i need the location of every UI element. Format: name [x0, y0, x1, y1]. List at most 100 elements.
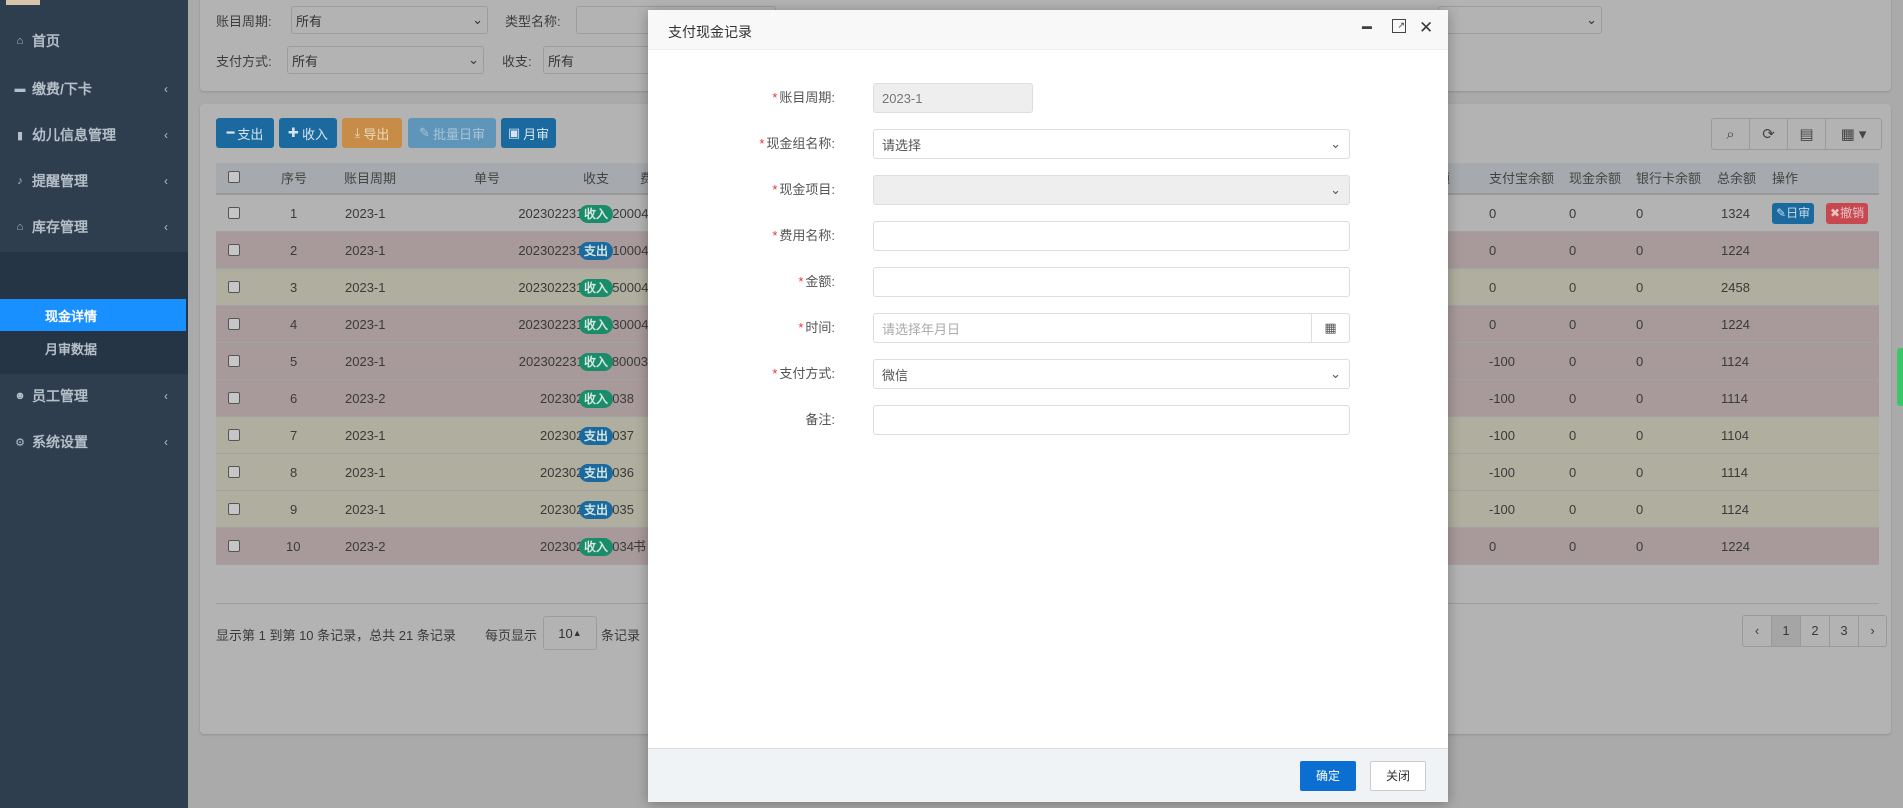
home-icon: ⌂ [16, 35, 24, 47]
filter-period-select[interactable]: 所有 ⌄ [291, 6, 488, 34]
daily-audit-button[interactable]: ✎日审 [1772, 203, 1815, 224]
income-label: 收入 [301, 126, 328, 142]
sidebar-item-1[interactable]: ▬ 缴费/下卡 ‹ [0, 67, 188, 111]
sidebar-item-label: 库存管理 [32, 219, 88, 235]
field-label-text: 支付方式: [779, 366, 835, 381]
cell-total: 1104 [1721, 428, 1749, 443]
per-page-value: 10 [558, 625, 573, 641]
field-label-text: 备注: [805, 412, 835, 427]
required-mark: * [772, 182, 778, 197]
monthly-button[interactable]: ▣ 月审 [501, 118, 556, 148]
row-checkbox[interactable] [228, 466, 240, 478]
confirm-button[interactable]: 确定 [1300, 761, 1356, 791]
refresh-button[interactable]: ⟳ [1749, 118, 1788, 150]
chevron-icon: ‹ [164, 220, 168, 234]
sidebar-subitem-1[interactable]: 月审数据 [0, 332, 186, 364]
row-checkbox[interactable] [228, 281, 240, 293]
cell-total: 1224 [1721, 539, 1750, 554]
filter-io-label: 收支: [502, 54, 532, 69]
chevron-down-icon: ⌄ [1330, 366, 1341, 381]
search-button[interactable]: ⌕ [1711, 118, 1750, 150]
field-input-0[interactable]: 2023-1 [873, 83, 1033, 113]
batch-daily-button[interactable]: ✎ 批量日审 [408, 118, 496, 148]
cell-alipay: 0 [1489, 280, 1497, 295]
bank-icon: ⌂ [16, 221, 24, 233]
expense-button[interactable]: ━ 支出 [216, 118, 274, 148]
field-input-1[interactable]: 请选择 ⌄ [873, 129, 1350, 159]
filter-io-select[interactable]: 所有 [543, 46, 663, 74]
cell-bank: 0 [1636, 502, 1644, 517]
side-scroll-indicator[interactable] [1897, 348, 1903, 406]
row-checkbox[interactable] [228, 503, 240, 515]
sidebar-item-7[interactable]: ⚙ 系统设置 ‹ [0, 420, 188, 464]
field-input-2[interactable]: ⌄ [873, 175, 1350, 205]
minimize-icon[interactable]: ━ [1362, 18, 1372, 38]
page-2[interactable]: 2 [1800, 616, 1829, 646]
row-checkbox[interactable] [228, 318, 240, 330]
field-input-5[interactable]: 请选择年月日 ▦ [873, 313, 1350, 343]
select-all-checkbox[interactable] [228, 171, 240, 183]
sidebar-item-label: 员工管理 [32, 388, 88, 404]
cell-bank: 0 [1636, 243, 1644, 258]
cell-seq: 7 [290, 428, 298, 443]
sidebar-subitem-0[interactable]: 现金详情 [0, 299, 186, 331]
columns-button[interactable]: ▦ ▾ [1825, 118, 1882, 150]
row-checkbox[interactable] [228, 540, 240, 552]
calendar-icon[interactable]: ▦ [1311, 314, 1349, 342]
gears-icon: ⚙ [15, 436, 25, 449]
field-input-7[interactable] [873, 405, 1350, 435]
pagination-summary: 显示第 1 到第 10 条记录，总共 21 条记录 [216, 628, 456, 643]
per-page-dropdown[interactable]: 10 ▲ [543, 616, 597, 650]
chevron-down-icon: ⌄ [1330, 136, 1341, 151]
monthly-label: 月审 [523, 126, 550, 142]
sidebar-item-0[interactable]: ⌂ 首页 [0, 19, 188, 63]
sidebar-item-3[interactable]: ♪ 提醒管理 ‹ [0, 159, 188, 203]
maximize-icon[interactable]: ↗ [1392, 19, 1406, 33]
cell-total: 1224 [1721, 243, 1750, 258]
cell-alipay: -100 [1489, 465, 1516, 480]
field-input-4[interactable] [873, 267, 1350, 297]
cell-cash: 0 [1569, 317, 1577, 332]
io-badge: 收入 [579, 538, 614, 556]
field-label-text: 账目周期: [779, 90, 835, 105]
cell-period: 2023-1 [345, 428, 386, 443]
close-icon[interactable]: ✕ [1419, 18, 1433, 38]
field-input-3[interactable] [873, 221, 1350, 251]
sidebar-item-label: 幼儿信息管理 [32, 127, 116, 143]
field-label-text: 现金项目: [779, 182, 835, 197]
header-total: 总余额 [1717, 171, 1757, 186]
toggle-view-button[interactable]: ▤ [1787, 118, 1826, 150]
sidebar-subitem-label: 月审数据 [45, 341, 98, 357]
chevron-down-icon: ⌄ [468, 52, 479, 67]
filter-pay-select[interactable]: 所有 ⌄ [287, 46, 484, 74]
io-badge: 支出 [579, 427, 614, 445]
row-checkbox[interactable] [228, 355, 240, 367]
sidebar-item-6[interactable]: ☻ 员工管理 ‹ [0, 374, 188, 418]
page-1[interactable]: 1 [1771, 616, 1800, 646]
page-next[interactable]: › [1858, 616, 1886, 646]
export-button[interactable]: ⤓ 导出 [342, 118, 402, 148]
row-checkbox[interactable] [228, 207, 240, 219]
cell-alipay: -100 [1489, 354, 1516, 369]
field-input-6[interactable]: 微信 ⌄ [873, 359, 1350, 389]
required-mark: * [772, 366, 778, 381]
cell-seq: 8 [290, 465, 298, 480]
sidebar-item-2[interactable]: ▮ 幼儿信息管理 ‹ [0, 113, 188, 157]
row-checkbox[interactable] [228, 392, 240, 404]
cell-total: 1114 [1721, 391, 1748, 406]
filter-select-extra[interactable]: ⌄ [1438, 6, 1602, 34]
revoke-button[interactable]: ✖撤销 [1826, 203, 1869, 224]
page-3[interactable]: 3 [1829, 616, 1858, 646]
cell-bank: 0 [1636, 391, 1644, 406]
cell-seq: 6 [290, 391, 298, 406]
required-mark: * [772, 90, 778, 105]
row-checkbox[interactable] [228, 244, 240, 256]
close-button[interactable]: 关闭 [1370, 761, 1426, 791]
income-button[interactable]: ✚ 收入 [279, 118, 337, 148]
sidebar-item-4[interactable]: ⌂ 库存管理 ‹ [0, 205, 188, 249]
page-prev[interactable]: ‹ [1743, 616, 1771, 646]
row-checkbox[interactable] [228, 429, 240, 441]
field-label-text: 时间: [805, 320, 835, 335]
refresh-icon: ⟳ [1762, 126, 1775, 143]
cell-period: 2023-1 [345, 502, 386, 517]
